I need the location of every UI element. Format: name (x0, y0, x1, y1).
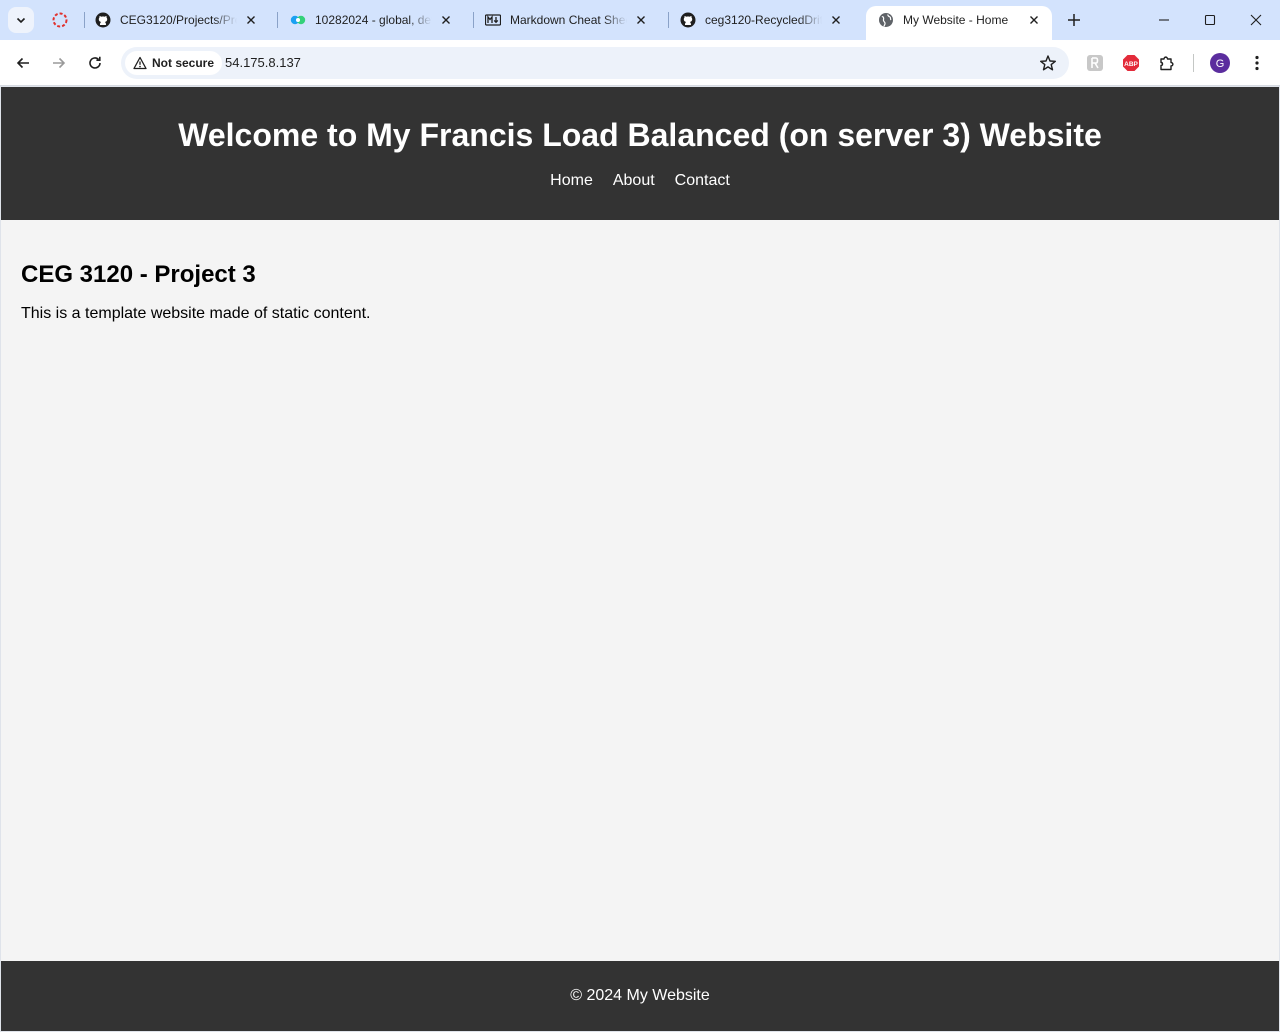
extensions-button[interactable] (1156, 52, 1178, 74)
warning-icon (133, 56, 147, 70)
maximize-button[interactable] (1187, 0, 1233, 40)
nav-link-home[interactable]: Home (550, 171, 593, 191)
svg-text:G: G (1216, 58, 1225, 70)
address-bar[interactable]: Not secure 54.175.8.137 (121, 47, 1069, 79)
avatar: G (1210, 53, 1230, 73)
url-text[interactable]: 54.175.8.137 (225, 55, 301, 70)
chevron-down-icon (16, 17, 26, 24)
nav-link-contact[interactable]: Contact (675, 171, 730, 191)
puzzle-icon (1160, 56, 1174, 71)
profile-avatar-button[interactable]: G (1209, 52, 1231, 74)
tab-title: My Website - Home (903, 13, 1009, 27)
maximize-icon (1204, 14, 1216, 26)
site-header: Welcome to My Francis Load Balanced (on … (1, 87, 1279, 220)
forward-button[interactable] (43, 47, 75, 79)
footer-text: © 2024 My Website (570, 987, 710, 1004)
svg-text:ABP: ABP (1124, 61, 1138, 68)
arrow-left-icon (16, 57, 29, 69)
toolbar-divider (1193, 54, 1194, 72)
adblock-extension-button[interactable]: ABP (1120, 52, 1142, 74)
github-icon (680, 12, 696, 28)
tab-3[interactable]: Markdown Cheat Sheet (473, 6, 659, 34)
browser-toolbar: Not secure 54.175.8.137 ABP G (0, 40, 1280, 86)
tab-1[interactable]: CEG3120/Projects/Proje (83, 6, 269, 34)
minimize-icon (1159, 19, 1169, 21)
browser-menu-button[interactable] (1246, 52, 1268, 74)
tab-title: ceg3120-RecycledDrit/ (705, 13, 822, 27)
close-icon[interactable] (1026, 12, 1042, 28)
tab-active[interactable]: My Website - Home (866, 6, 1052, 40)
globe-icon (878, 12, 894, 28)
close-icon (1250, 14, 1262, 26)
plus-icon (1068, 14, 1080, 26)
content-paragraph: This is a template website made of stati… (21, 305, 371, 322)
security-label: Not secure (152, 56, 215, 70)
extension-icon[interactable] (1084, 52, 1106, 74)
github-icon (95, 12, 111, 28)
tab-title: 10282024 - global, defa (315, 13, 432, 27)
new-tab-button[interactable] (1062, 8, 1086, 32)
main-content: CEG 3120 - Project 3 This is a template … (1, 220, 1279, 324)
spinner-icon (52, 12, 68, 28)
close-icon[interactable] (828, 12, 844, 28)
tab-4[interactable]: ceg3120-RecycledDrit/ (668, 6, 854, 34)
close-icon[interactable] (243, 12, 259, 28)
tab-2[interactable]: 10282024 - global, defa (278, 6, 464, 34)
site-footer: © 2024 My Website (1, 961, 1279, 1031)
web-page: Welcome to My Francis Load Balanced (on … (1, 87, 1279, 1031)
tab-search-button[interactable] (8, 7, 34, 33)
markdown-icon (485, 12, 501, 28)
tab-0[interactable] (40, 6, 84, 34)
site-nav: Home About Contact (1, 171, 1279, 191)
more-vert-icon (1255, 55, 1259, 71)
close-icon[interactable] (633, 12, 649, 28)
reload-icon (89, 56, 101, 69)
bookmark-star-icon[interactable] (1039, 54, 1057, 77)
tab-strip: CEG3120/Projects/Proje 10282024 - global… (0, 0, 1280, 40)
content-heading: CEG 3120 - Project 3 (21, 261, 256, 288)
minimize-button[interactable] (1141, 0, 1187, 40)
reload-button[interactable] (79, 47, 111, 79)
adblock-icon: ABP (1123, 55, 1139, 71)
back-button[interactable] (7, 47, 39, 79)
webex-icon (290, 12, 306, 28)
tab-title: CEG3120/Projects/Proje (120, 13, 237, 27)
close-icon[interactable] (438, 12, 454, 28)
arrow-right-icon (53, 57, 66, 69)
nav-link-about[interactable]: About (613, 171, 655, 191)
close-window-button[interactable] (1233, 0, 1279, 40)
site-title: Welcome to My Francis Load Balanced (on … (178, 117, 1102, 153)
reader-extension-icon (1087, 55, 1103, 71)
tab-title: Markdown Cheat Sheet (510, 13, 627, 27)
site-info-chip[interactable]: Not secure (125, 51, 223, 75)
